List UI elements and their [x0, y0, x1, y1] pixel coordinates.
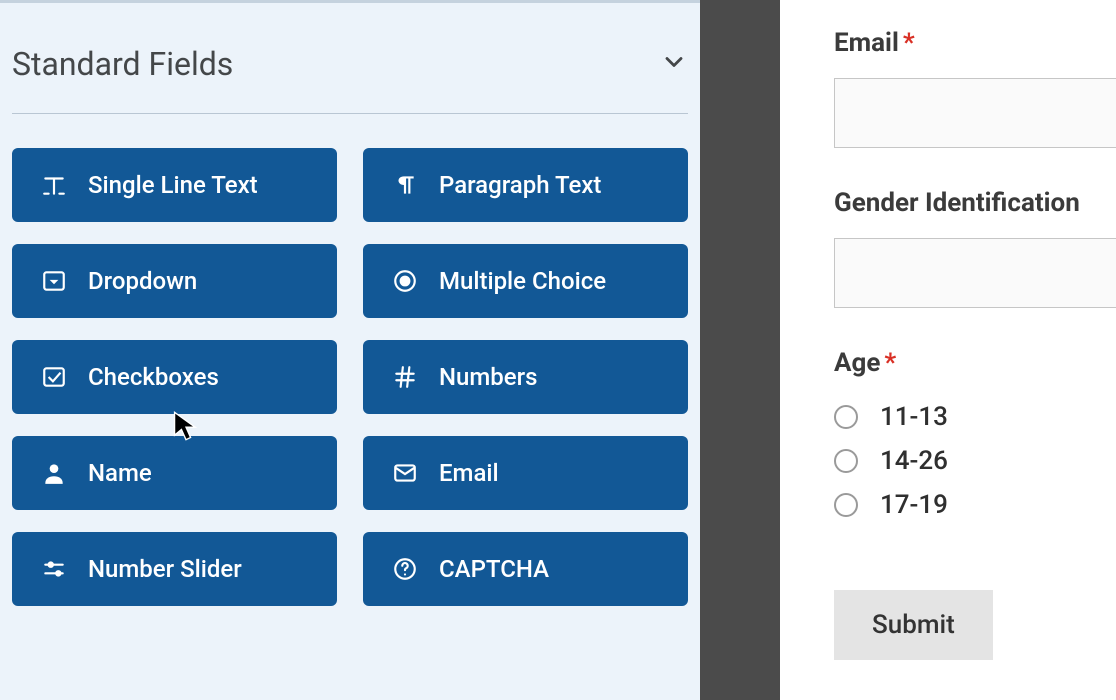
field-multiple-choice[interactable]: Multiple Choice	[363, 244, 688, 318]
hash-icon	[391, 363, 419, 391]
field-captcha[interactable]: CAPTCHA	[363, 532, 688, 606]
required-indicator: *	[903, 28, 915, 58]
radio-icon	[391, 267, 419, 295]
slider-icon	[40, 555, 68, 583]
field-label: Name	[88, 459, 152, 487]
text-icon	[40, 171, 68, 199]
radio-icon	[834, 493, 858, 517]
section-title: Standard Fields	[12, 45, 233, 83]
age-option[interactable]: 14-26	[834, 446, 1116, 476]
fields-panel: Standard Fields Single Line Text Para	[0, 0, 700, 700]
checkbox-icon	[40, 363, 68, 391]
age-option[interactable]: 11-13	[834, 402, 1116, 432]
radio-label: 17-19	[880, 490, 948, 520]
field-numbers[interactable]: Numbers	[363, 340, 688, 414]
field-checkboxes[interactable]: Checkboxes	[12, 340, 337, 414]
field-paragraph-text[interactable]: Paragraph Text	[363, 148, 688, 222]
field-label: Checkboxes	[88, 363, 219, 391]
dropdown-icon	[40, 267, 68, 295]
panel-gutter	[700, 0, 780, 700]
radio-icon	[834, 405, 858, 429]
field-label: CAPTCHA	[439, 555, 549, 583]
field-label: Numbers	[439, 363, 537, 391]
form-preview: Email* Gender Identification Age* 11-13 …	[780, 0, 1116, 700]
gender-label: Gender Identification	[834, 188, 1080, 218]
gender-group: Gender Identification	[834, 188, 1116, 308]
field-label: Paragraph Text	[439, 171, 601, 199]
email-group: Email*	[834, 28, 1116, 148]
field-single-line-text[interactable]: Single Line Text	[12, 148, 337, 222]
field-label: Single Line Text	[88, 171, 258, 199]
section-header[interactable]: Standard Fields	[12, 3, 688, 114]
field-number-slider[interactable]: Number Slider	[12, 532, 337, 606]
submit-button[interactable]: Submit	[834, 590, 993, 660]
age-label: Age	[834, 348, 880, 378]
field-email[interactable]: Email	[363, 436, 688, 510]
chevron-down-icon	[660, 48, 688, 80]
field-dropdown[interactable]: Dropdown	[12, 244, 337, 318]
field-grid: Single Line Text Paragraph Text Dropdown	[12, 148, 688, 606]
person-icon	[40, 459, 68, 487]
submit-label: Submit	[872, 610, 955, 640]
field-name[interactable]: Name	[12, 436, 337, 510]
email-label: Email	[834, 28, 899, 58]
radio-label: 14-26	[880, 446, 948, 476]
age-group: Age* 11-13 14-26 17-19	[834, 348, 1116, 520]
radio-icon	[834, 449, 858, 473]
envelope-icon	[391, 459, 419, 487]
age-options: 11-13 14-26 17-19	[834, 402, 1116, 520]
field-label: Multiple Choice	[439, 267, 606, 295]
radio-label: 11-13	[880, 402, 948, 432]
field-label: Email	[439, 459, 499, 487]
email-input[interactable]	[834, 78, 1116, 148]
gender-input[interactable]	[834, 238, 1116, 308]
field-label: Number Slider	[88, 555, 242, 583]
field-label: Dropdown	[88, 267, 197, 295]
age-option[interactable]: 17-19	[834, 490, 1116, 520]
required-indicator: *	[884, 348, 896, 378]
paragraph-icon	[391, 171, 419, 199]
question-icon	[391, 555, 419, 583]
